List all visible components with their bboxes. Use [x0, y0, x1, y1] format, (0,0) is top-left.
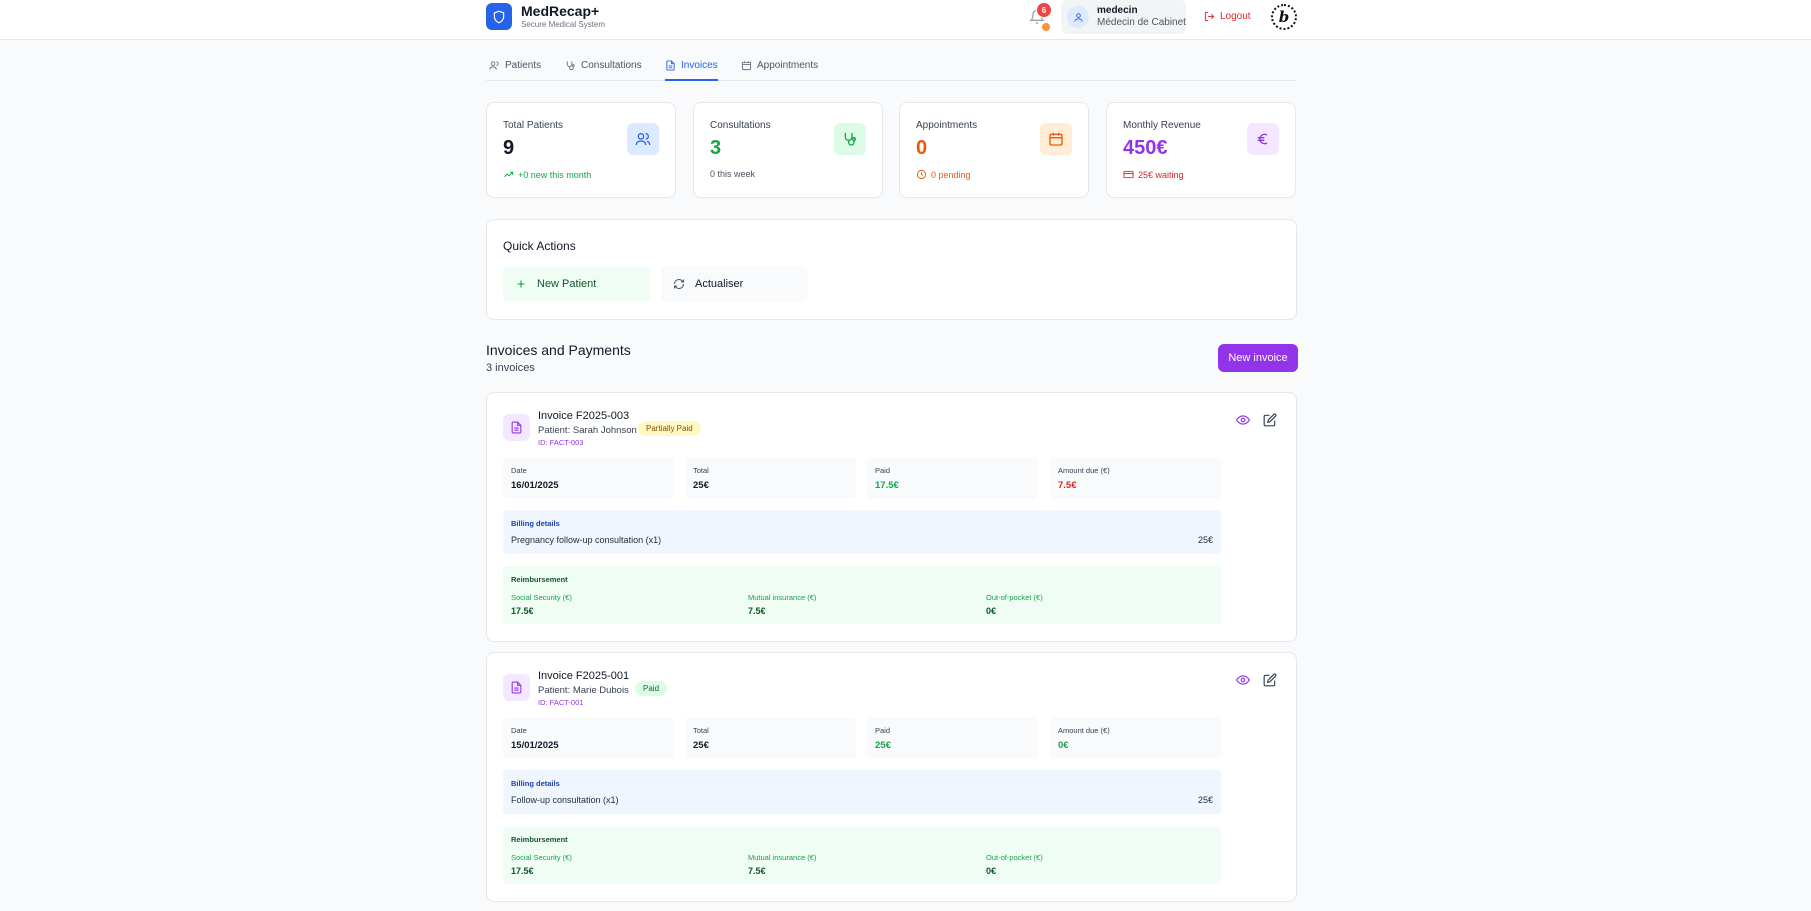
invoice-patient: Patient: Marie Dubois: [538, 685, 629, 696]
tab-patients[interactable]: Patients: [489, 60, 541, 81]
social-security: Social Security (€) 17.5€: [511, 593, 572, 616]
credit-card-icon: [1123, 170, 1134, 179]
mutual-insurance: Mutual insurance (€) 7.5€: [748, 593, 817, 616]
billing-details: Billing details Follow-up consultation (…: [503, 770, 1221, 814]
paid-field: Paid 17.5€: [867, 457, 1038, 499]
users-icon: [627, 123, 659, 155]
billing-line: Follow-up consultation (x1): [511, 795, 619, 805]
mutual-insurance: Mutual insurance (€) 7.5€: [748, 853, 817, 876]
invoice-id: ID: FACT-001: [538, 698, 584, 707]
trending-up-icon: [504, 171, 514, 178]
main-tabs: Patients Consultations Invoices Appointm…: [486, 60, 1297, 81]
file-text-icon: [503, 674, 530, 701]
amount-due-field: Amount due (€) 7.5€: [1050, 457, 1221, 499]
refresh-button[interactable]: Actualiser: [661, 266, 808, 302]
refresh-icon: [674, 279, 684, 289]
file-text-icon: [503, 414, 530, 441]
brand[interactable]: MedRecap+ Secure Medical System: [486, 3, 605, 30]
calendar-icon: [1040, 123, 1072, 155]
out-of-pocket: Out-of-pocket (€) 0€: [986, 593, 1043, 616]
eye-icon[interactable]: [1236, 413, 1250, 427]
billing-details: Billing details Pregnancy follow-up cons…: [503, 510, 1221, 554]
euro-icon: [1247, 123, 1279, 155]
edit-icon[interactable]: [1263, 673, 1277, 687]
edit-icon[interactable]: [1263, 413, 1277, 427]
tab-appointments[interactable]: Appointments: [741, 60, 818, 81]
user-menu[interactable]: medecin Médecin de Cabinet: [1061, 0, 1186, 34]
quick-actions-panel: Quick Actions New Patient Actualiser: [486, 219, 1297, 320]
status-badge: Paid: [635, 681, 668, 696]
social-security: Social Security (€) 17.5€: [511, 853, 572, 876]
stat-card-total-patients: Total Patients 9 +0 new this month: [486, 102, 676, 198]
billing-line: Pregnancy follow-up consultation (x1): [511, 535, 662, 545]
out-of-pocket: Out-of-pocket (€) 0€: [986, 853, 1043, 876]
invoice-number: Invoice F2025-001: [538, 670, 630, 682]
new-patient-button[interactable]: New Patient: [503, 266, 650, 302]
reimbursement: Reimbursement Social Security (€) 17.5€ …: [503, 566, 1221, 624]
total-field: Total 25€: [685, 717, 856, 759]
stat-card-consultations: Consultations 3 0 this week: [693, 102, 883, 198]
notification-badge: 6: [1036, 2, 1052, 18]
stat-card-monthly-revenue: Monthly Revenue 450€ 25€ waiting: [1106, 102, 1296, 198]
invoice-count: 3 invoices: [486, 362, 535, 374]
stat-card-appointments: Appointments 0 0 pending: [899, 102, 1089, 198]
invoice-card: Invoice F2025-001 Patient: Marie Dubois …: [486, 652, 1297, 902]
clock-icon: [916, 169, 927, 180]
shield-icon: [486, 3, 512, 30]
stat-value: 450€: [1123, 137, 1168, 159]
user-name: medecin: [1097, 5, 1138, 16]
invoice-id: ID: FACT-003: [538, 438, 584, 447]
invoice-number: Invoice F2025-003: [538, 410, 630, 422]
tab-consultations[interactable]: Consultations: [565, 60, 642, 81]
paid-field: Paid 25€: [867, 717, 1038, 759]
quick-actions-title: Quick Actions: [503, 239, 576, 253]
invoice-card: Invoice F2025-003 Patient: Sarah Johnson…: [486, 392, 1297, 642]
reimbursement: Reimbursement Social Security (€) 17.5€ …: [503, 826, 1221, 884]
top-bar: MedRecap+ Secure Medical System 6 medeci…: [0, 0, 1811, 40]
stat-value: 9: [503, 137, 515, 159]
billing-amount: 25€: [1197, 795, 1213, 805]
extension-logo[interactable]: b: [1271, 4, 1297, 30]
users-icon: [489, 61, 499, 70]
date-field: Date 16/01/2025: [503, 457, 674, 499]
section-title: Invoices and Payments: [486, 342, 631, 358]
app-name: MedRecap+: [521, 3, 600, 19]
file-text-icon: [666, 60, 675, 71]
new-invoice-button[interactable]: New invoice: [1218, 344, 1298, 372]
stethoscope-icon: [566, 61, 575, 71]
eye-icon[interactable]: [1236, 673, 1250, 687]
invoice-patient: Patient: Sarah Johnson: [538, 425, 637, 436]
tab-invoices[interactable]: Invoices: [665, 60, 718, 81]
logout-button[interactable]: Logout: [1204, 11, 1251, 22]
plus-icon: [517, 280, 525, 288]
status-dot: [1042, 23, 1050, 31]
user-role: Médecin de Cabinet: [1097, 17, 1186, 28]
stat-value: 0: [916, 137, 928, 159]
date-field: Date 15/01/2025: [503, 717, 674, 759]
user-icon: [1067, 6, 1089, 28]
billing-amount: 25€: [1197, 535, 1213, 545]
status-badge: Partially Paid: [638, 421, 701, 436]
amount-due-field: Amount due (€) 0€: [1050, 717, 1221, 759]
stat-value: 3: [710, 137, 722, 159]
calendar-icon: [741, 61, 752, 71]
logout-label: Logout: [1220, 11, 1251, 22]
stethoscope-icon: [834, 123, 866, 155]
total-field: Total 25€: [685, 457, 856, 499]
logout-icon: [1204, 11, 1215, 22]
app-subtitle: Secure Medical System: [521, 20, 606, 29]
